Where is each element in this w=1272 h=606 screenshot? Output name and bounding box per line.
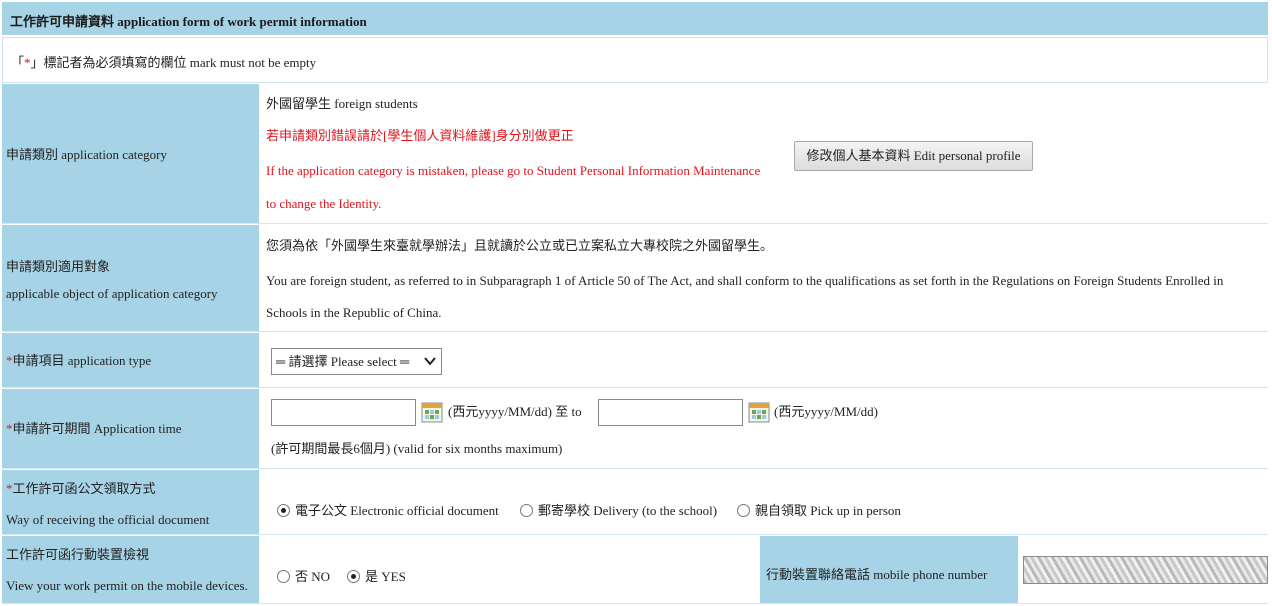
application-type-select[interactable]: ═ 請選擇 Please select ═ <box>271 348 442 375</box>
start-date-input[interactable] <box>271 399 416 426</box>
calendar-icon[interactable] <box>748 401 770 423</box>
mobile-phone-input[interactable] <box>1023 556 1268 584</box>
applicable-label-zh: 申請類別適用對象 <box>6 259 111 274</box>
end-date-input[interactable] <box>598 399 743 426</box>
applicable-text-en-2: Schools in the Republic of China. <box>266 305 442 320</box>
row-application-time: *申請許可期間 Application time (西元yyyy/MM/dd) … <box>2 389 1268 469</box>
receive-option-pickup[interactable]: 親自領取 Pick up in person <box>737 500 901 519</box>
row-application-category: 申請類別 application category 外國留學生 foreign … <box>2 84 1268 224</box>
row-application-type: *申請項目 application type ═ 請選擇 Please sele… <box>2 333 1268 388</box>
receive-label-en: Way of receiving the official document <box>6 512 210 527</box>
start-date-format: (西元yyyy/MM/dd) 至 to <box>448 404 582 419</box>
application-type-value: ═ 請選擇 Please select ═ <box>276 354 410 369</box>
mobile-option-no[interactable]: 否 NO <box>277 566 330 585</box>
type-label: 申請項目 application type <box>12 353 152 368</box>
receive-label-zh: 工作許可函公文領取方式 <box>12 481 156 496</box>
category-warning-en-1: If the application category is mistaken,… <box>266 163 761 178</box>
category-value: 外國留學生 foreign students <box>266 96 418 111</box>
category-label: 申請類別 application category <box>6 147 168 162</box>
form-header: 工作許可申請資料 application form of work permit… <box>2 2 1268 36</box>
end-date-format: (西元yyyy/MM/dd) <box>774 404 879 419</box>
mobile-label-zh: 工作許可函行動裝置檢視 <box>6 547 150 562</box>
required-note-text: 」標記者為必須填寫的欄位 mark must not be empty <box>30 55 317 70</box>
radio-icon[interactable] <box>737 504 750 517</box>
edit-profile-button[interactable]: 修改個人基本資料 Edit personal profile <box>794 141 1033 171</box>
applicable-label-en: applicable object of application categor… <box>6 286 218 301</box>
radio-icon[interactable] <box>520 504 533 517</box>
calendar-icon[interactable] <box>421 401 443 423</box>
applicable-text-en-1: You are foreign student, as referred to … <box>266 273 1224 288</box>
phone-label: 行動裝置聯絡電話 mobile phone number <box>766 567 988 582</box>
radio-selected-icon[interactable] <box>277 504 290 517</box>
row-mobile-view: 工作許可函行動裝置檢視 View your work permit on the… <box>2 536 1268 604</box>
work-permit-form: 工作許可申請資料 application form of work permit… <box>0 0 1272 606</box>
category-warning-zh: 若申請類別錯誤請於[學生個人資料維護]身分別做更正 <box>266 128 574 143</box>
required-note-prefix: 「 <box>11 55 25 70</box>
row-receive-method: *工作許可函公文領取方式 Way of receiving the offici… <box>2 470 1268 535</box>
mobile-label-en: View your work permit on the mobile devi… <box>6 578 248 593</box>
category-warning-en-2: to change the Identity. <box>266 196 382 211</box>
row-applicable-object: 申請類別適用對象 applicable object of applicatio… <box>2 225 1268 332</box>
required-note: 「*」標記者為必須填寫的欄位 mark must not be empty <box>2 37 1268 83</box>
receive-option-delivery[interactable]: 郵寄學校 Delivery (to the school) <box>520 500 717 519</box>
form-title: 工作許可申請資料 application form of work permit… <box>10 14 367 29</box>
chevron-down-icon <box>424 349 436 384</box>
time-label: 申請許可期間 Application time <box>12 421 182 436</box>
radio-icon[interactable] <box>277 570 290 583</box>
radio-selected-icon[interactable] <box>347 570 360 583</box>
receive-option-electronic[interactable]: 電子公文 Electronic official document <box>277 500 499 519</box>
period-note: (許可期間最長6個月) (valid for six months maximu… <box>271 441 563 456</box>
mobile-option-yes[interactable]: 是 YES <box>347 566 406 585</box>
applicable-text-zh: 您須為依「外國學生來臺就學辦法」且就讀於公立或已立案私立大專校院之外國留學生。 <box>266 238 774 253</box>
